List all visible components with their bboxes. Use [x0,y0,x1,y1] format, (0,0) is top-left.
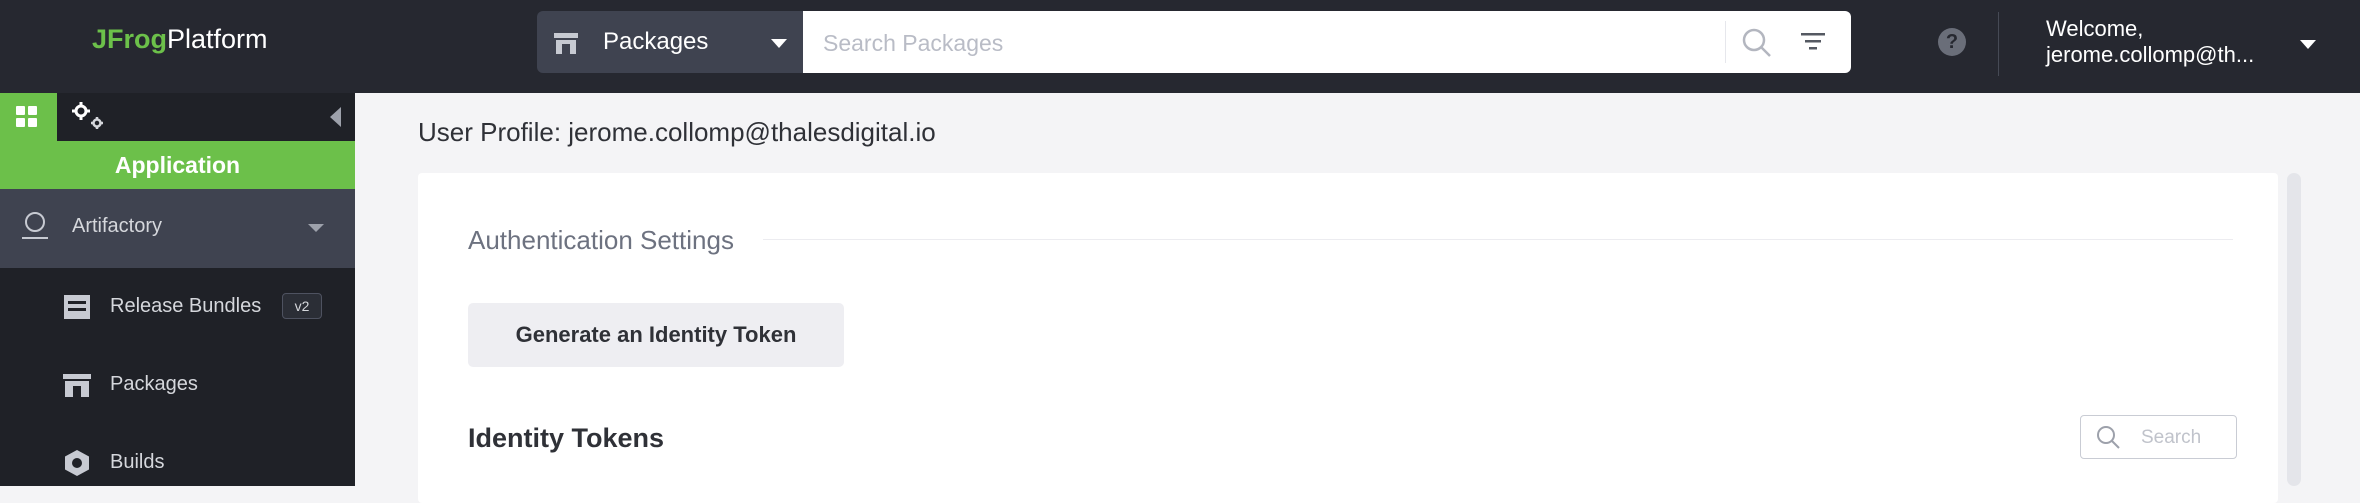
sidebar: Application Artifactory Release Bundles … [0,93,355,486]
sidebar-item-packages[interactable]: Packages [0,351,355,421]
chevron-down-icon [771,39,787,48]
global-search [803,11,1851,75]
divider [1725,21,1726,63]
packages-icon [63,374,91,397]
sidebar-item-label: Artifactory [72,215,163,237]
version-badge: v2 [282,293,322,319]
application-section-header: Application [0,141,355,189]
sidebar-item-label: Release Bundles [110,295,262,317]
search-scope-label: Packages [603,28,709,55]
artifactory-icon [22,212,48,239]
sidebar-item-builds[interactable]: Builds [0,429,355,499]
identity-tokens-heading: Identity Tokens [468,423,665,453]
collapse-sidebar-icon[interactable] [330,107,341,127]
jfrog-logo[interactable]: JFrogPlatform [92,24,268,55]
user-menu[interactable]: Welcome, jerome.collomp@th... [2046,16,2254,68]
sidebar-item-label: Packages [110,373,198,395]
sidebar-tabs [0,93,355,141]
chevron-down-icon[interactable] [308,224,324,232]
gears-icon [72,102,103,129]
sidebar-item-artifactory[interactable]: Artifactory [0,189,355,268]
generate-identity-token-button[interactable]: Generate an Identity Token [468,303,844,367]
logo-product: Platform [167,24,268,54]
grid-icon [16,106,37,127]
user-email: jerome.collomp@th... [2046,42,2255,67]
scrollbar[interactable] [2287,173,2301,486]
user-menu-chevron-icon[interactable] [2300,40,2316,49]
release-bundles-icon [64,295,90,319]
search-icon[interactable] [1741,27,1773,59]
topbar-divider [1998,12,1999,76]
sidebar-item-release-bundles[interactable]: Release Bundles v2 [0,273,355,343]
logo-brand: JFrog [92,24,168,54]
divider [763,239,2233,240]
tab-application[interactable] [0,93,57,141]
sidebar-item-label: Builds [110,451,165,473]
builds-icon [65,450,89,476]
tab-administration[interactable] [57,93,117,141]
search-icon [2097,426,2120,449]
top-bar: JFrogPlatform Packages ? Welcome, jerome… [0,0,2360,93]
tokens-search-input[interactable] [2139,416,2233,460]
welcome-text: Welcome, [2046,16,2144,41]
auth-settings-heading: Authentication Settings [468,225,734,255]
package-icon [554,33,578,54]
search-scope-select[interactable]: Packages [537,11,803,73]
main-content: User Profile: jerome.collomp@thalesdigit… [355,93,2360,503]
filter-icon[interactable] [1799,29,1827,55]
page-title: User Profile: jerome.collomp@thalesdigit… [418,117,936,147]
search-input[interactable] [821,11,1705,75]
help-icon[interactable]: ? [1938,28,1966,56]
profile-card: Authentication Settings Generate an Iden… [418,173,2278,503]
tokens-search [2080,415,2237,460]
